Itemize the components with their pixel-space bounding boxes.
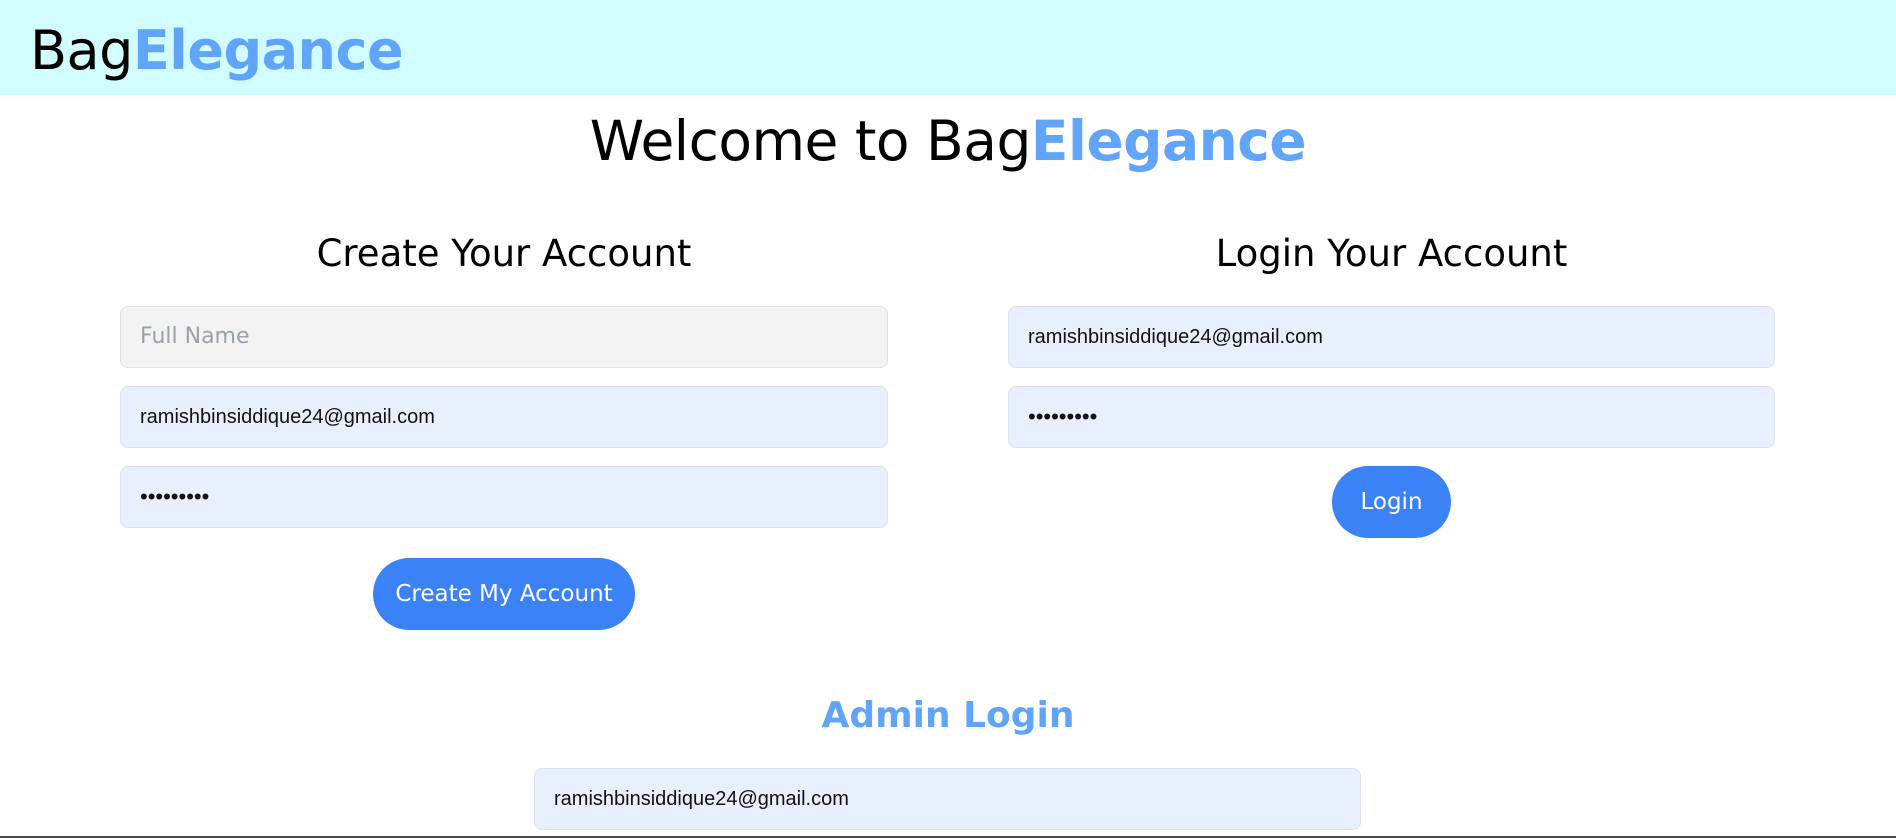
login-email-input[interactable] — [1008, 306, 1775, 368]
register-email-input[interactable] — [120, 386, 888, 448]
login-password-input[interactable] — [1008, 386, 1775, 448]
register-password-input[interactable] — [120, 466, 888, 528]
login-title: Login Your Account — [1215, 232, 1568, 275]
full-name-input[interactable] — [120, 306, 888, 368]
create-account-button[interactable]: Create My Account — [373, 558, 635, 630]
brand-logo-prefix: Bag — [30, 19, 133, 82]
admin-login-title: Admin Login — [821, 695, 1075, 736]
top-header: BagElegance — [0, 0, 1896, 95]
admin-email-input[interactable] — [534, 768, 1361, 830]
welcome-heading-accent: Elegance — [1030, 109, 1307, 173]
brand-logo-accent: Elegance — [132, 19, 404, 82]
welcome-heading-prefix: Welcome to Bag — [589, 109, 1032, 173]
brand-logo[interactable]: BagElegance — [30, 19, 404, 82]
welcome-heading: Welcome to BagElegance — [0, 105, 1896, 177]
login-button[interactable]: Login — [1332, 466, 1451, 538]
create-account-title: Create Your Account — [316, 232, 692, 275]
